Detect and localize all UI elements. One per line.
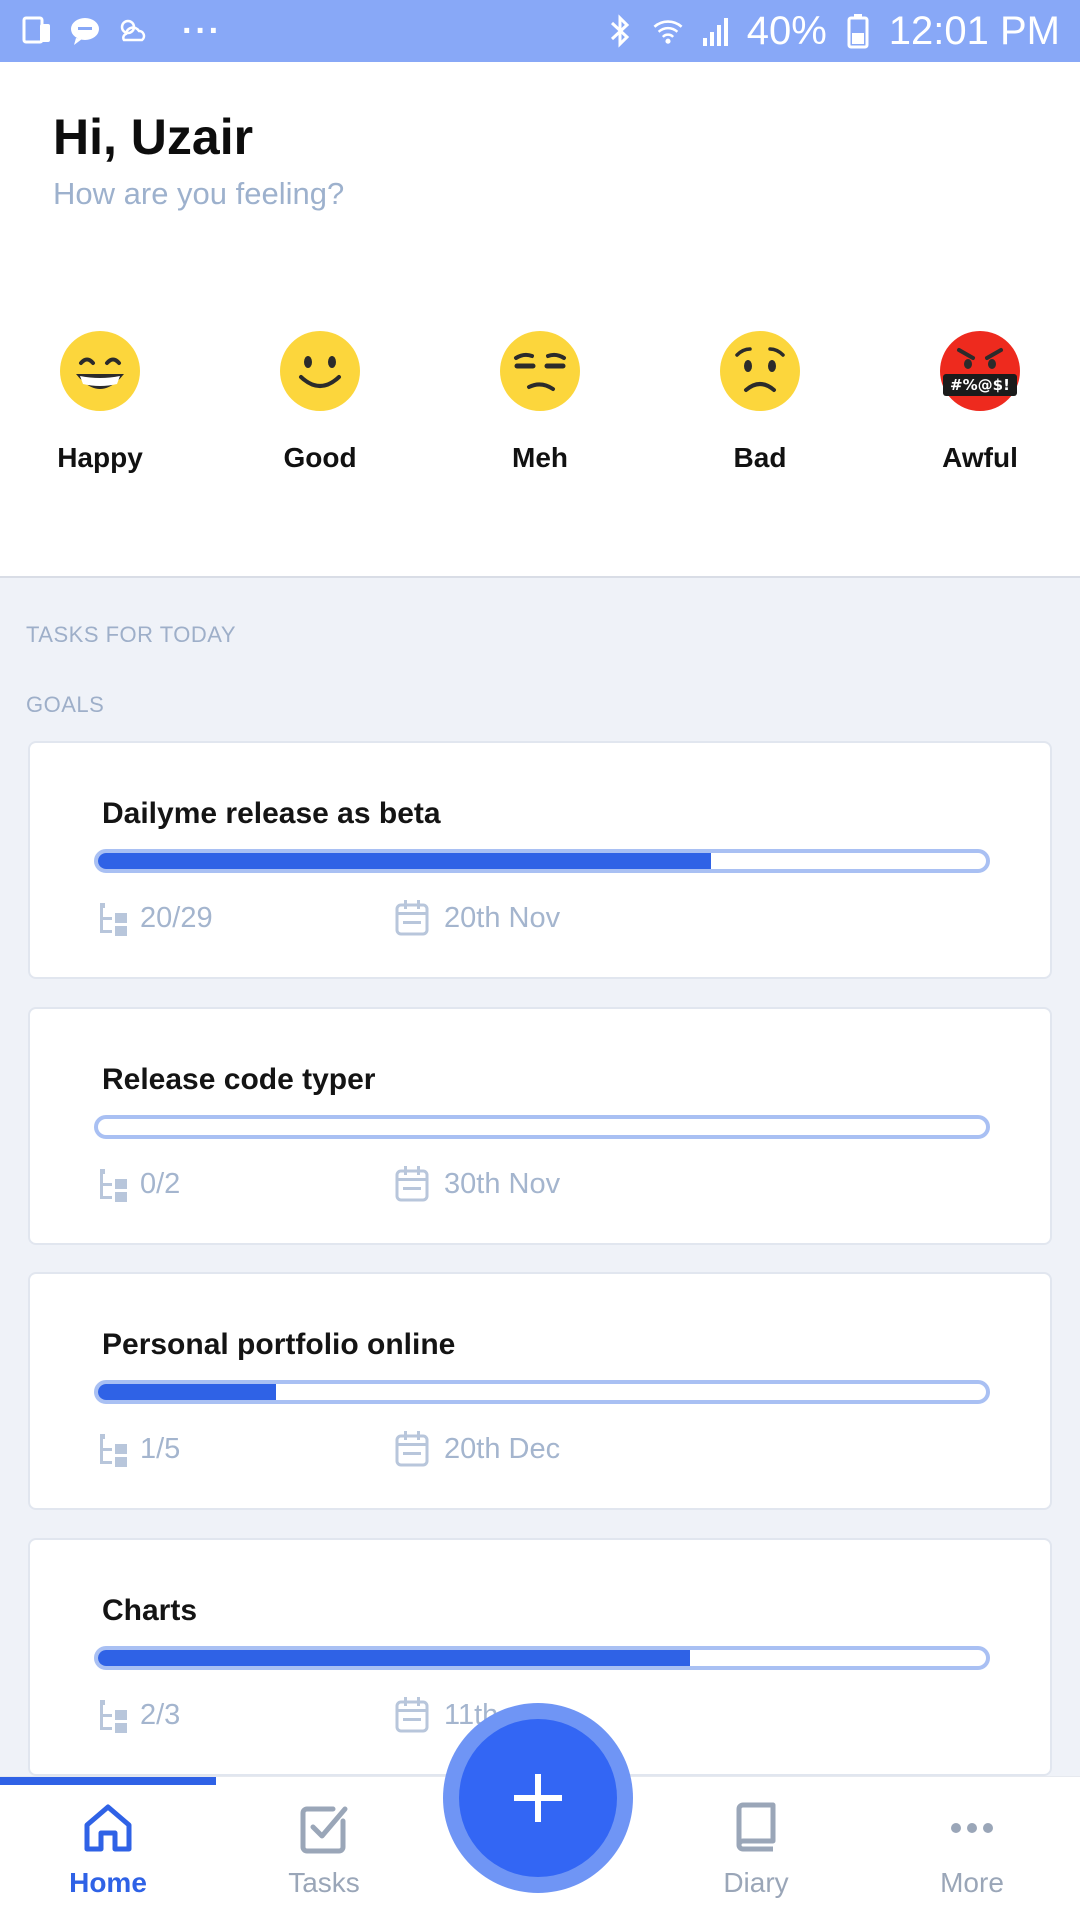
cursing-face-icon: #%@$! — [940, 331, 1020, 411]
subtasks-icon — [100, 1169, 127, 1202]
battery-icon — [841, 14, 875, 49]
wifi-icon — [651, 14, 685, 48]
device-icon — [20, 14, 54, 48]
smiling-face-icon — [280, 331, 360, 411]
mood-label: Awful — [942, 442, 1018, 473]
mood-bad[interactable]: Bad — [670, 330, 850, 480]
calendar-icon — [395, 1166, 429, 1202]
active-tab-indicator — [0, 1777, 216, 1785]
goal-title: Personal portfolio online — [102, 1328, 456, 1361]
bluetooth-icon — [603, 14, 637, 48]
worried-face-icon — [720, 331, 800, 411]
goal-due-date: 30th Nov — [444, 1167, 561, 1200]
goal-card[interactable]: Personal portfolio online 1/5 20th Dec — [28, 1272, 1052, 1510]
more-notifications-dots: ··· — [182, 11, 222, 50]
mood-label: Meh — [512, 442, 568, 473]
add-button[interactable] — [459, 1719, 617, 1877]
nav-tasks[interactable]: Tasks — [216, 1799, 432, 1919]
goal-progress-fill — [98, 1650, 691, 1666]
mood-good[interactable]: Good — [230, 330, 410, 480]
goals-heading: GOALS — [26, 692, 105, 717]
mood-label: Bad — [733, 442, 787, 473]
grinning-face-icon — [60, 331, 140, 411]
clock: 12:01 PM — [888, 8, 1060, 53]
screen: ··· 40% 12:01 PM Hi, Uzair How are you f… — [0, 0, 1080, 1920]
mood-awful[interactable]: #%@$! Awful — [890, 330, 1070, 480]
battery-percent: 40% — [746, 8, 827, 53]
unamused-face-icon — [500, 331, 580, 411]
goal-title: Charts — [102, 1594, 198, 1627]
mood-happy[interactable]: Happy — [10, 330, 190, 480]
tasks-today-heading: TASKS FOR TODAY — [26, 622, 237, 647]
goal-card[interactable]: Dailyme release as beta 20/29 20th Nov — [28, 741, 1052, 979]
goal-title: Dailyme release as beta — [102, 797, 441, 830]
mood-label: Happy — [57, 442, 143, 473]
goal-card[interactable]: Release code typer 0/2 30th Nov — [28, 1007, 1052, 1245]
goal-meta: 20/29 20th Nov — [98, 899, 958, 943]
goal-progress-bar — [94, 849, 990, 873]
goal-progress-bar — [94, 1646, 990, 1670]
plus-icon — [514, 1774, 562, 1822]
goal-progress-fill — [98, 853, 711, 869]
nav-diary[interactable]: Diary — [648, 1799, 864, 1919]
calendar-icon — [395, 1431, 429, 1467]
goal-due-date: 20th Dec — [444, 1432, 561, 1465]
goal-subtask-count: 0/2 — [140, 1167, 181, 1200]
goal-progress-bar — [94, 1380, 990, 1404]
weather-icon — [116, 14, 150, 48]
goal-meta: 1/5 20th Dec — [98, 1430, 958, 1474]
goal-progress-fill — [98, 1384, 276, 1400]
mood-selector: Happy Good Meh Bad #%@$! Awful — [0, 330, 1080, 480]
nav-label: Home — [69, 1867, 147, 1898]
goal-due-date: 20th Nov — [444, 901, 561, 934]
greeting-title: Hi, Uzair — [53, 109, 254, 165]
calendar-icon — [395, 1697, 429, 1733]
subtasks-icon — [100, 903, 127, 936]
greeting-subtitle: How are you feeling? — [53, 176, 345, 211]
book-icon — [736, 1802, 776, 1852]
status-bar: ··· 40% 12:01 PM — [0, 0, 1080, 62]
goal-subtask-count: 2/3 — [140, 1698, 181, 1731]
goal-subtask-count: 1/5 — [140, 1432, 181, 1465]
home-icon — [84, 1804, 132, 1852]
nav-more[interactable]: More — [864, 1799, 1080, 1919]
mood-meh[interactable]: Meh — [450, 330, 630, 480]
calendar-icon — [395, 900, 429, 936]
signal-icon — [699, 14, 733, 48]
goal-progress-bar — [94, 1115, 990, 1139]
goal-subtask-count: 20/29 — [140, 901, 213, 934]
tasks-checkbox-icon — [300, 1806, 348, 1854]
goal-meta: 0/2 30th Nov — [98, 1165, 958, 1209]
nav-home[interactable]: Home — [0, 1799, 216, 1919]
nav-label: Diary — [723, 1867, 789, 1898]
subtasks-icon — [100, 1700, 127, 1733]
chat-icon — [68, 14, 102, 48]
mood-header: Hi, Uzair How are you feeling? Happy Goo… — [0, 62, 1080, 578]
mood-label: Good — [283, 442, 357, 473]
cursing-symbols: #%@$! — [950, 376, 1010, 394]
goal-title: Release code typer — [102, 1063, 376, 1096]
nav-label: Tasks — [288, 1867, 360, 1898]
nav-label: More — [940, 1867, 1004, 1898]
subtasks-icon — [100, 1434, 127, 1467]
more-dots-icon — [951, 1823, 993, 1833]
